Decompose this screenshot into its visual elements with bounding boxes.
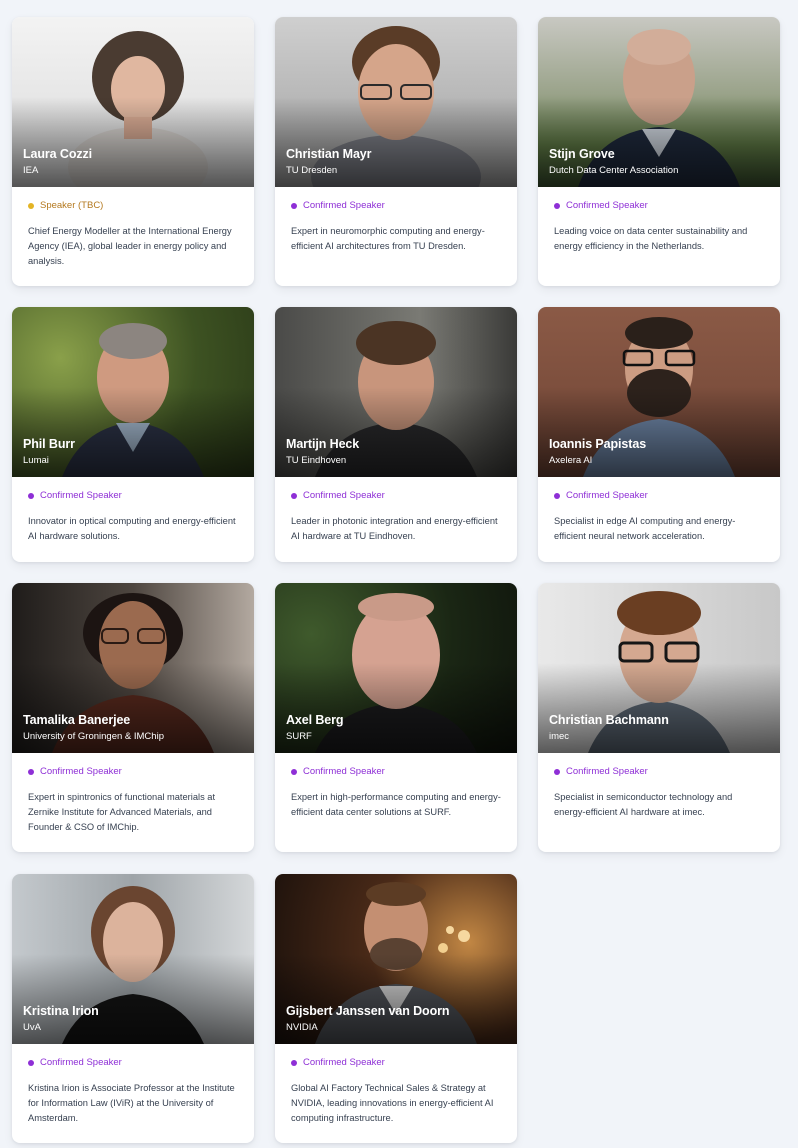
status-dot-icon bbox=[291, 202, 297, 209]
speaker-name: Axel Berg bbox=[286, 713, 344, 727]
speaker-description: Kristina Irion is Associate Professor at… bbox=[28, 1083, 235, 1124]
speaker-card[interactable]: Christian Bachmann imec Confirmed Speake… bbox=[538, 583, 780, 852]
speaker-organization: SURF bbox=[286, 731, 312, 742]
speaker-status: Confirmed Speaker bbox=[554, 490, 764, 501]
speaker-photo: Christian Mayr TU Dresden bbox=[275, 17, 517, 187]
status-label: Confirmed Speaker bbox=[303, 490, 385, 501]
status-label: Confirmed Speaker bbox=[303, 766, 385, 777]
speaker-description: Global AI Factory Technical Sales & Stra… bbox=[291, 1083, 494, 1124]
speaker-photo: Ioannis Papistas Axelera AI bbox=[538, 307, 780, 477]
speaker-status: Confirmed Speaker bbox=[554, 200, 764, 211]
speaker-name: Ioannis Papistas bbox=[549, 437, 647, 451]
speaker-card[interactable]: Martijn Heck TU Eindhoven Confirmed Spea… bbox=[275, 307, 517, 562]
status-dot-icon bbox=[28, 768, 34, 775]
speaker-status: Confirmed Speaker bbox=[291, 490, 501, 501]
speaker-photo: Tamalika Banerjee University of Groninge… bbox=[12, 583, 254, 753]
speaker-name: Stijn Grove bbox=[549, 147, 615, 161]
speaker-name: Tamalika Banerjee bbox=[23, 713, 131, 727]
status-dot-icon bbox=[291, 492, 297, 499]
speaker-card[interactable]: Tamalika Banerjee University of Groninge… bbox=[12, 583, 254, 852]
speaker-organization: IEA bbox=[23, 165, 39, 176]
speaker-description: Expert in high-performance computing and… bbox=[291, 792, 501, 818]
status-label: Confirmed Speaker bbox=[566, 490, 648, 501]
speaker-photo: Gijsbert Janssen van Doorn NVIDIA bbox=[275, 874, 517, 1044]
status-dot-icon bbox=[554, 492, 560, 499]
speaker-description: Leading voice on data center sustainabil… bbox=[554, 226, 748, 252]
speaker-description: Specialist in edge AI computing and ener… bbox=[554, 516, 736, 542]
speaker-name: Phil Burr bbox=[23, 437, 75, 451]
speaker-name: Christian Mayr bbox=[286, 147, 372, 161]
speaker-status: Confirmed Speaker bbox=[554, 766, 764, 777]
speaker-status: Confirmed Speaker bbox=[28, 1057, 238, 1068]
speaker-name: Laura Cozzi bbox=[23, 147, 93, 161]
speaker-organization: NVIDIA bbox=[286, 1022, 318, 1033]
status-dot-icon bbox=[28, 202, 34, 209]
status-dot-icon bbox=[554, 202, 560, 209]
speaker-photo: Phil Burr Lumai bbox=[12, 307, 254, 477]
status-dot-icon bbox=[291, 768, 297, 775]
speaker-description: Expert in spintronics of functional mate… bbox=[28, 792, 216, 833]
speaker-card[interactable]: Ioannis Papistas Axelera AI Confirmed Sp… bbox=[538, 307, 780, 562]
speaker-organization: Lumai bbox=[23, 455, 49, 466]
speaker-status: Confirmed Speaker bbox=[28, 490, 238, 501]
speaker-name: Christian Bachmann bbox=[549, 713, 669, 727]
status-label: Confirmed Speaker bbox=[40, 766, 122, 777]
speaker-organization: Axelera AI bbox=[549, 455, 593, 466]
status-dot-icon bbox=[28, 1059, 34, 1066]
status-label: Confirmed Speaker bbox=[40, 1057, 122, 1068]
speaker-photo: Christian Bachmann imec bbox=[538, 583, 780, 753]
speaker-status: Confirmed Speaker bbox=[291, 200, 501, 211]
speaker-card[interactable]: Stijn Grove Dutch Data Center Associatio… bbox=[538, 17, 780, 286]
speaker-organization: UvA bbox=[23, 1022, 41, 1033]
status-dot-icon bbox=[28, 492, 34, 499]
status-label: Confirmed Speaker bbox=[566, 200, 648, 211]
speaker-organization: TU Dresden bbox=[286, 165, 338, 176]
speaker-status: Confirmed Speaker bbox=[291, 766, 501, 777]
speaker-grid: Laura Cozzi IEA Speaker (TBC) Chief Ener… bbox=[0, 0, 798, 1148]
speaker-organization: imec bbox=[549, 731, 570, 742]
speaker-photo: Martijn Heck TU Eindhoven bbox=[275, 307, 517, 477]
speaker-card[interactable]: Laura Cozzi IEA Speaker (TBC) Chief Ener… bbox=[12, 17, 254, 286]
speaker-photo: Kristina Irion UvA bbox=[12, 874, 254, 1044]
status-dot-icon bbox=[554, 768, 560, 775]
speaker-card[interactable]: Phil Burr Lumai Confirmed Speaker Innova… bbox=[12, 307, 254, 562]
status-label: Speaker (TBC) bbox=[40, 200, 104, 211]
speaker-description: Specialist in semiconductor technology a… bbox=[554, 792, 733, 818]
speaker-status: Confirmed Speaker bbox=[291, 1057, 501, 1068]
status-label: Confirmed Speaker bbox=[40, 490, 122, 501]
speaker-photo: Laura Cozzi IEA bbox=[12, 17, 254, 187]
speaker-organization: Dutch Data Center Association bbox=[549, 165, 679, 176]
speaker-organization: TU Eindhoven bbox=[286, 455, 347, 466]
speaker-card[interactable]: Axel Berg SURF Confirmed Speaker Expert … bbox=[275, 583, 517, 852]
speaker-organization: University of Groningen & IMChip bbox=[23, 731, 164, 742]
status-label: Confirmed Speaker bbox=[303, 1057, 385, 1068]
speaker-photo: Axel Berg SURF bbox=[275, 583, 517, 753]
speaker-card[interactable]: Gijsbert Janssen van Doorn NVIDIA Confir… bbox=[275, 874, 517, 1143]
speaker-name: Kristina Irion bbox=[23, 1004, 99, 1018]
speaker-name: Gijsbert Janssen van Doorn bbox=[286, 1004, 450, 1018]
speaker-name: Martijn Heck bbox=[286, 437, 360, 451]
speaker-card[interactable]: Kristina Irion UvA Confirmed Speaker Kri… bbox=[12, 874, 254, 1143]
speaker-description: Chief Energy Modeller at the Internation… bbox=[28, 226, 232, 267]
speaker-card[interactable]: Christian Mayr TU Dresden Confirmed Spea… bbox=[275, 17, 517, 286]
status-label: Confirmed Speaker bbox=[303, 200, 385, 211]
speaker-status: Speaker (TBC) bbox=[28, 200, 238, 211]
speaker-description: Leader in photonic integration and energ… bbox=[291, 516, 498, 542]
speaker-description: Innovator in optical computing and energ… bbox=[28, 516, 236, 542]
speaker-description: Expert in neuromorphic computing and ene… bbox=[291, 226, 485, 252]
speaker-photo: Stijn Grove Dutch Data Center Associatio… bbox=[538, 17, 780, 187]
speaker-status: Confirmed Speaker bbox=[28, 766, 238, 777]
status-label: Confirmed Speaker bbox=[566, 766, 648, 777]
status-dot-icon bbox=[291, 1059, 297, 1066]
